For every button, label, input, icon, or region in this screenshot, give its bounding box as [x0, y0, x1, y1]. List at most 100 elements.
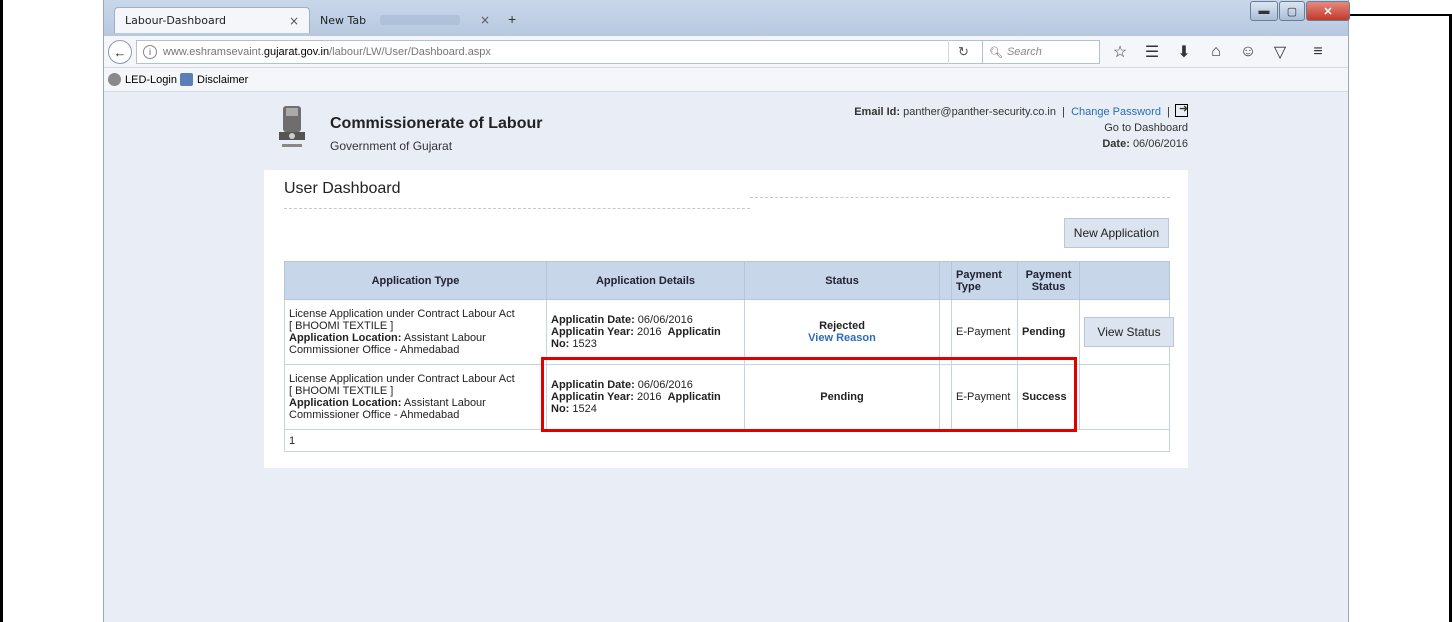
date-label: Date: [1102, 138, 1130, 150]
search-icon: 🔍︎ [989, 46, 1003, 59]
new-tab-icon[interactable]: + [508, 11, 516, 27]
url-bar[interactable]: i www.eshramsevaint. gujarat.gov.in/labou… [136, 40, 1046, 64]
application-type: License Application under Contract Labou… [289, 373, 515, 385]
back-icon[interactable]: ← [108, 40, 132, 64]
home-icon[interactable]: ⌂ [1206, 42, 1226, 62]
tab-new-tab[interactable]: New Tab × [310, 7, 500, 33]
establishment-name: [ BHOOMI TEXTILE ] [289, 385, 394, 397]
bookmarks-bar: LED-Login Disclaimer [104, 68, 1348, 92]
divider [750, 197, 1170, 198]
frame-border-top [1349, 14, 1452, 16]
date-label: Applicatin Date: [551, 314, 635, 326]
location-label: Application Location: [289, 397, 402, 409]
column-header-payment-type: Payment Type [951, 261, 1018, 300]
date-value: 06/06/2016 [1132, 138, 1188, 150]
pager-cell: 1 [284, 429, 1170, 452]
state-emblem-icon [279, 106, 305, 147]
table-row: License Application under Contract Labou… [284, 299, 1174, 365]
application-date: Applicatin Date: 06/06/2016 [551, 314, 740, 326]
spacer-cell [939, 299, 952, 365]
bookmark-label: Disclaimer [197, 73, 249, 86]
action-cell: View Status [1079, 299, 1174, 365]
reading-list-icon[interactable]: ☰ [1142, 42, 1162, 62]
year-label: Applicatin Year: [551, 326, 634, 338]
bookmark-star-icon[interactable]: ☆ [1110, 42, 1130, 62]
date-line: Date: 06/06/2016 [854, 136, 1188, 152]
separator: | [1167, 106, 1170, 118]
screenshot-frame: Labour-Dashboard × New Tab × + ▬ ▢ ✕ ← i… [0, 0, 1452, 622]
user-info: Email Id: panther@panther-security.co.in… [854, 101, 1188, 152]
download-icon[interactable]: ⬇ [1174, 42, 1194, 62]
go-to-dashboard-link[interactable]: Go to Dashboard [854, 120, 1188, 136]
email-label: Email Id: [854, 106, 901, 118]
tab-blurred-area [380, 15, 460, 25]
location-label: Application Location: [289, 332, 402, 344]
date-value: 06/06/2016 [637, 314, 693, 326]
year-value: 2016 [637, 326, 662, 338]
action-cell [1079, 364, 1170, 430]
user-info-line1: Email Id: panther@panther-security.co.in… [854, 101, 1188, 120]
application-type-cell: License Application under Contract Labou… [284, 364, 547, 430]
column-header-status: Status [744, 261, 940, 300]
site-header: Commissionerate of Labour Government of … [264, 92, 1188, 168]
browser-window: Labour-Dashboard × New Tab × + ▬ ▢ ✕ ← i… [103, 0, 1350, 622]
application-type-cell: License Application under Contract Labou… [284, 299, 547, 365]
tab-label: Labour-Dashboard [125, 14, 227, 27]
page-number-link[interactable]: 1 [289, 435, 295, 447]
tab-close-icon[interactable]: × [480, 13, 490, 27]
url-domain: gujarat.gov.in [263, 46, 330, 58]
pocket-icon[interactable]: ▽ [1270, 42, 1290, 62]
search-placeholder: Search [1006, 46, 1042, 58]
separator: | [1062, 106, 1065, 118]
column-header-application-type: Application Type [284, 261, 547, 300]
page-title: User Dashboard [284, 180, 401, 197]
org-subtitle: Government of Gujarat [330, 139, 453, 153]
view-reason-link[interactable]: View Reason [749, 332, 935, 344]
column-header-spacer [939, 261, 952, 300]
close-window-button[interactable]: ✕ [1306, 1, 1350, 21]
column-header-action [1079, 261, 1170, 300]
email-value: panther@panther-security.co.in [903, 106, 1056, 118]
table-header-row: Application Type Application Details Sta… [284, 261, 1170, 300]
payment-status-cell: Pending [1017, 299, 1080, 365]
application-location: Application Location: Assistant Labour C… [289, 397, 542, 421]
page-icon [180, 73, 193, 86]
new-application-button[interactable]: New Application [1064, 218, 1169, 248]
highlight-box [541, 357, 1077, 432]
url-path: /labour/LW/User/Dashboard.aspx [329, 46, 491, 58]
change-password-link[interactable]: Change Password [1071, 106, 1161, 118]
bookmark-disclaimer[interactable]: Disclaimer [180, 73, 248, 86]
tab-close-icon[interactable]: × [289, 14, 299, 28]
view-status-button[interactable]: View Status [1084, 317, 1174, 347]
menu-icon[interactable]: ≡ [1308, 42, 1328, 62]
column-header-payment-status: Payment Status [1017, 261, 1080, 300]
url-host: www.eshramsevaint. [163, 46, 264, 58]
globe-icon [108, 73, 121, 86]
divider [284, 208, 750, 209]
tab-labour-dashboard[interactable]: Labour-Dashboard × [114, 7, 310, 33]
application-type: License Application under Contract Labou… [289, 308, 515, 320]
bookmark-led-login[interactable]: LED-Login [108, 73, 177, 86]
reload-icon[interactable]: ↻ [948, 40, 978, 64]
bookmark-label: LED-Login [125, 73, 177, 86]
status-cell: Rejected View Reason [744, 299, 940, 365]
payment-type-cell: E-Payment [951, 299, 1018, 365]
frame-border-left [0, 0, 3, 622]
column-header-application-details: Application Details [546, 261, 745, 300]
status-value: Rejected [819, 320, 865, 332]
application-location: Application Location: Assistant Labour C… [289, 332, 542, 356]
maximize-button[interactable]: ▢ [1279, 1, 1305, 21]
org-name: Commissionerate of Labour [330, 115, 543, 132]
application-details-cell: Applicatin Date: 06/06/2016 Applicatin Y… [546, 299, 745, 365]
tab-bar: Labour-Dashboard × New Tab × + ▬ ▢ ✕ [104, 0, 1350, 36]
minimize-button[interactable]: ▬ [1250, 1, 1278, 21]
search-input[interactable]: 🔍︎ Search [982, 40, 1100, 64]
pager-row: 1 [284, 429, 1170, 452]
no-value: 1523 [572, 338, 597, 350]
logout-icon[interactable] [1175, 101, 1188, 117]
info-icon[interactable]: i [143, 45, 157, 59]
application-year-no: Applicatin Year: 2016 Applicatin No: 152… [551, 326, 740, 350]
navigation-bar: ← i www.eshramsevaint. gujarat.gov.in/lab… [104, 36, 1348, 68]
chat-icon[interactable]: ☺ [1238, 42, 1258, 62]
establishment-name: [ BHOOMI TEXTILE ] [289, 320, 394, 332]
